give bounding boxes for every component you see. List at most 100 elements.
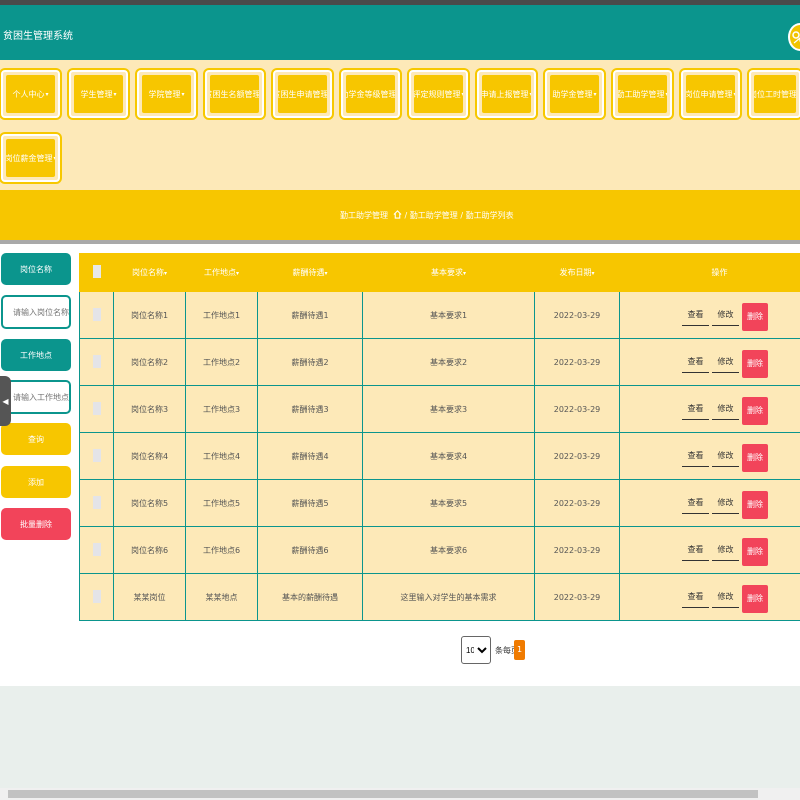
col-requirement-header[interactable]: 基本要求▾ (362, 253, 535, 292)
row-checkbox[interactable] (92, 542, 101, 556)
delete-button[interactable]: 删除 (742, 538, 768, 566)
row-checkbox[interactable] (92, 495, 101, 509)
col-salary-header[interactable]: 薪酬待遇▾ (257, 253, 363, 292)
header-label: 基本要求 (430, 268, 463, 277)
cell-salary: 薪酬待遇4 (257, 432, 363, 480)
view-button[interactable]: 查看 (682, 304, 709, 326)
cell-position: 岗位名称6 (113, 526, 186, 574)
avatar[interactable] (788, 23, 800, 51)
delete-button[interactable]: 删除 (742, 444, 768, 472)
nav-item-college[interactable]: 学院管理 ▾ (137, 70, 196, 118)
table-header-row: 岗位名称▾ 工作地点▾ 薪酬待遇▾ 基本要求▾ 发布日期▾ 操作 (79, 253, 800, 292)
col-date-header[interactable]: 发布日期▾ (534, 253, 620, 292)
cell-requirement: 基本要求3 (362, 385, 535, 433)
cell-requirement: 基本要求4 (362, 432, 535, 480)
query-button[interactable]: 查询 (1, 423, 71, 455)
edit-button[interactable]: 修改 (712, 398, 739, 420)
nav-item-student[interactable]: 学生管理 ▾ (69, 70, 128, 118)
view-button[interactable]: 查看 (682, 539, 709, 561)
edit-button[interactable]: 修改 (712, 586, 739, 608)
row-checkbox[interactable] (92, 589, 101, 603)
work-location-label: 工作地点 (1, 339, 71, 371)
row-checkbox[interactable] (92, 354, 101, 368)
edit-button[interactable]: 修改 (712, 304, 739, 326)
user-avatar-icon (792, 31, 800, 44)
nav-item-label: 贫困生申请管理 (278, 89, 327, 99)
breadcrumb-path: / 勤工助学管理 / 勤工助学列表 (404, 211, 514, 220)
row-select-cell (79, 479, 114, 527)
work-study-table: 岗位名称▾ 工作地点▾ 薪酬待遇▾ 基本要求▾ 发布日期▾ 操作 岗位名称1 工… (79, 253, 800, 621)
position-name-input[interactable] (1, 295, 71, 329)
cell-position: 岗位名称2 (113, 338, 186, 386)
nav-item-post-application[interactable]: 岗位申请管理▾ (681, 70, 740, 118)
row-checkbox[interactable] (92, 307, 101, 321)
select-all-cell (79, 253, 114, 292)
header-label: 工作地点 (203, 268, 236, 277)
cell-salary: 基本的薪酬待遇 (257, 573, 363, 621)
row-checkbox[interactable] (92, 448, 101, 462)
caret-down-icon: ▾ (734, 91, 736, 98)
view-button[interactable]: 查看 (682, 492, 709, 514)
table-row: 岗位名称4 工作地点4 薪酬待遇4 基本要求4 2022-03-29 查看 修改删… (79, 432, 800, 480)
cell-date: 2022-03-29 (534, 338, 620, 386)
nav-item-work-study[interactable]: 勤工助学管理▾ (613, 70, 672, 118)
cell-requirement: 这里输入对学生的基本需求 (362, 573, 535, 621)
nav-item-rules[interactable]: 评定规则管理▾ (409, 70, 468, 118)
cell-actions: 查看 修改 删除 (619, 526, 800, 574)
collapse-handle[interactable]: ◀ (0, 376, 11, 426)
view-button[interactable]: 查看 (682, 445, 709, 467)
nav-item-quota[interactable]: 贫困生名额管理▾ (205, 70, 264, 118)
nav-item-label: 学院管理 (148, 89, 181, 99)
cell-date: 2022-03-29 (534, 385, 620, 433)
nav-item-grant-level[interactable]: 助学金等级管理▾ (341, 70, 400, 118)
batch-delete-button[interactable]: 批量删除 (1, 508, 71, 540)
edit-button[interactable]: 修改 (712, 539, 739, 561)
view-button[interactable]: 查看 (682, 586, 709, 608)
select-all-checkbox[interactable] (92, 265, 101, 278)
cell-salary: 薪酬待遇2 (257, 338, 363, 386)
cell-location: 工作地点5 (185, 479, 258, 527)
delete-button[interactable]: 删除 (742, 491, 768, 519)
work-location-input[interactable] (1, 380, 71, 414)
delete-button[interactable]: 删除 (742, 350, 768, 378)
edit-button[interactable]: 修改 (712, 445, 739, 467)
nav-item-application[interactable]: 贫困生申请管理▾ (273, 70, 332, 118)
col-location-header[interactable]: 工作地点▾ (185, 253, 258, 292)
cell-requirement: 基本要求5 (362, 479, 535, 527)
sort-caret-icon: ▾ (462, 270, 466, 277)
caret-down-icon: ▾ (530, 91, 532, 98)
add-button[interactable]: 添加 (1, 466, 71, 498)
cell-date: 2022-03-29 (534, 291, 620, 339)
home-icon[interactable] (393, 210, 402, 219)
nav-item-post-hours[interactable]: 岗位工时管理▾ (749, 70, 800, 118)
cell-position: 某某岗位 (113, 573, 186, 621)
col-position-header[interactable]: 岗位名称▾ (113, 253, 186, 292)
delete-button[interactable]: 删除 (742, 397, 768, 425)
cell-actions: 查看 修改 删除 (619, 291, 800, 339)
cell-requirement: 基本要求2 (362, 338, 535, 386)
row-select-cell (79, 291, 114, 339)
nav-item-post-salary[interactable]: 岗位薪金管理▾ (1, 134, 60, 182)
row-checkbox[interactable] (92, 401, 101, 415)
nav-item-personal-center[interactable]: 个人中心 ▾ (1, 70, 60, 118)
nav-item-grant[interactable]: 助学金管理 ▾ (545, 70, 604, 118)
table-row: 岗位名称5 工作地点5 薪酬待遇5 基本要求5 2022-03-29 查看 修改删… (79, 479, 800, 527)
edit-button[interactable]: 修改 (712, 351, 739, 373)
view-button[interactable]: 查看 (682, 398, 709, 420)
page-size-select[interactable]: 10 (461, 636, 491, 664)
delete-button[interactable]: 删除 (742, 303, 768, 331)
view-button[interactable]: 查看 (682, 351, 709, 373)
cell-actions: 查看 修改 删除 (619, 432, 800, 480)
nav-item-label: 岗位薪金管理 (6, 153, 53, 163)
scrollbar-thumb[interactable] (8, 790, 758, 798)
horizontal-scrollbar[interactable] (0, 788, 800, 800)
edit-button[interactable]: 修改 (712, 492, 739, 514)
page-number-button[interactable]: 1 (514, 640, 525, 660)
sort-caret-icon: ▾ (591, 270, 595, 277)
delete-button[interactable]: 删除 (742, 585, 768, 613)
cell-position: 岗位名称5 (113, 479, 186, 527)
cell-salary: 薪酬待遇5 (257, 479, 363, 527)
nav-item-label: 贫困生名额管理 (210, 89, 259, 99)
nav-item-report[interactable]: 申请上报管理▾ (477, 70, 536, 118)
app-header: 贫困生管理系统 (0, 5, 800, 60)
